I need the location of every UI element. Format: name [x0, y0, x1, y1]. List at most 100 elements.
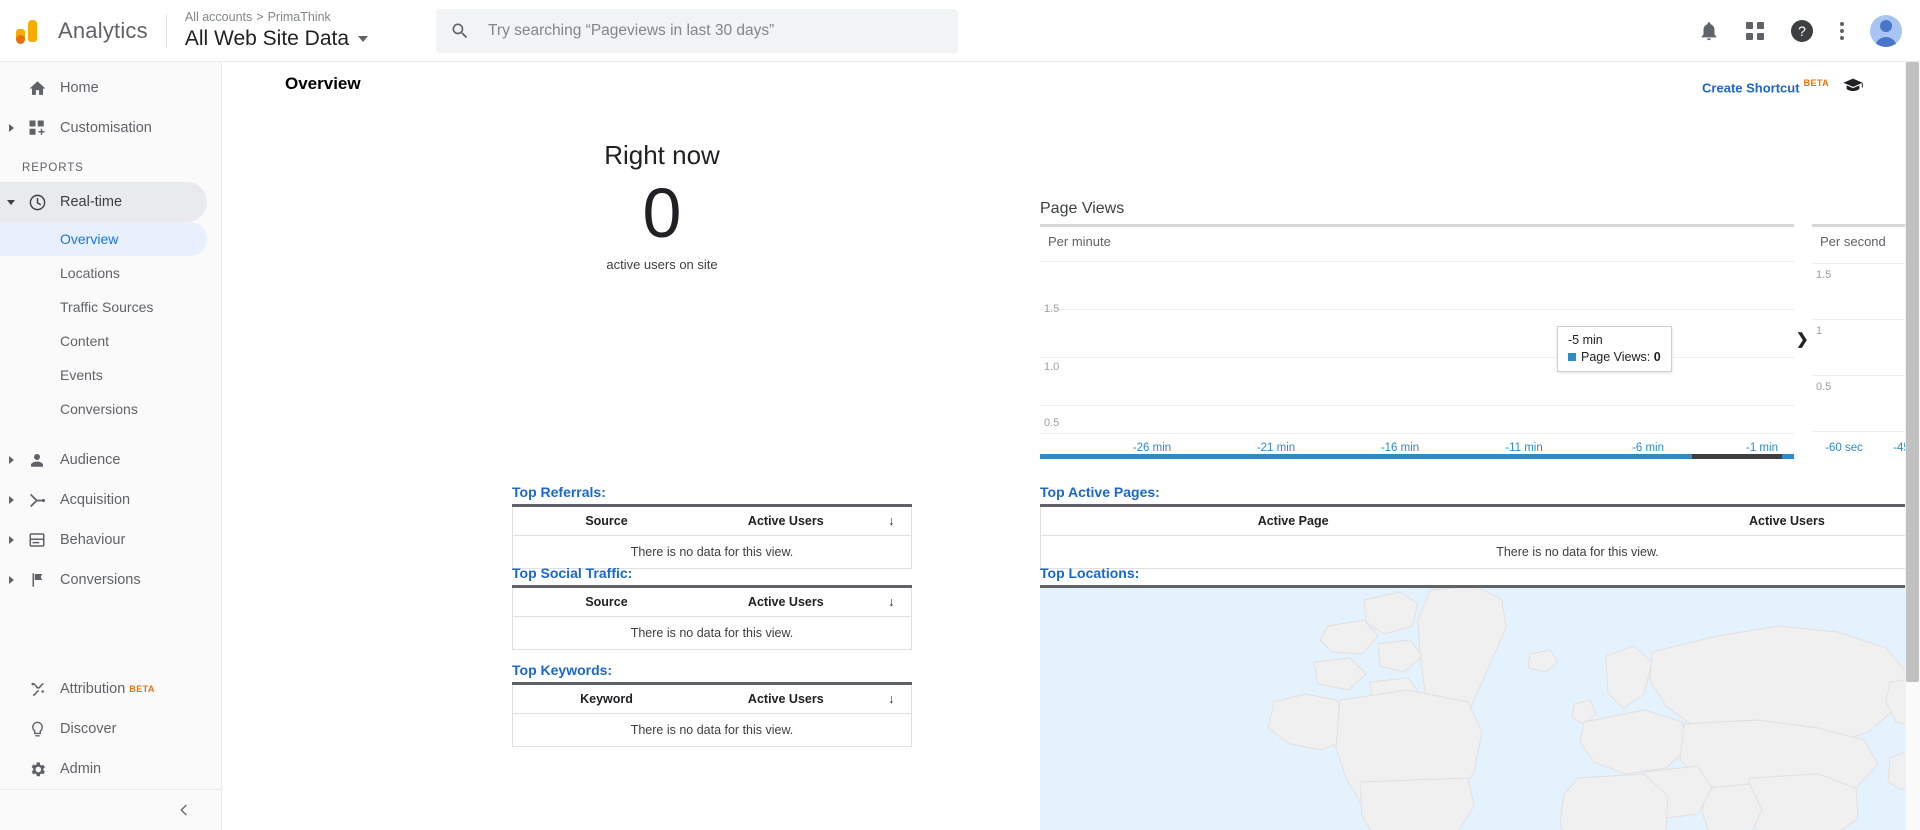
top-locations-title[interactable]: Top Locations: — [1040, 565, 1908, 581]
sort-descending-icon[interactable]: ↓ — [871, 505, 912, 536]
page-header: Overview Create Shortcut BETA — [222, 62, 1908, 110]
top-social-traffic-table: Source Active Users ↓ There is no data f… — [512, 585, 912, 650]
sidebar-item-label: Home — [60, 80, 99, 96]
sidebar-item-conversions-realtime[interactable]: Conversions — [0, 392, 207, 426]
sidebar-item-home[interactable]: Home — [0, 68, 207, 108]
gear-icon — [22, 760, 52, 779]
top-active-pages-title[interactable]: Top Active Pages: — [1040, 484, 1908, 500]
sidebar-item-real-time[interactable]: Real-time — [0, 182, 207, 222]
table-row: There is no data for this view. — [513, 536, 912, 569]
sidebar-item-traffic-sources[interactable]: Traffic Sources — [0, 290, 207, 324]
top-active-pages-block: Top Active Pages: Active Page Active Use… — [1040, 484, 1908, 569]
column-header-keyword[interactable]: Keyword — [512, 683, 701, 714]
sidebar-item-admin[interactable]: Admin — [0, 749, 208, 789]
view-name-label: All Web Site Data — [184, 27, 350, 50]
sidebar-item-discover[interactable]: Discover — [0, 709, 208, 749]
sidebar-item-audience[interactable]: Audience — [0, 440, 207, 480]
sidebar-subitem-label: Conversions — [60, 401, 138, 417]
page-views-per-second-chart[interactable]: Per second 1.5 1 0.5 -60 sec -45 sec -30… — [1812, 224, 1908, 459]
search-input[interactable] — [486, 20, 945, 41]
active-users-caption: active users on site — [606, 257, 718, 272]
right-now-panel: Right now 0 active users on site — [512, 140, 812, 272]
view-name[interactable]: All Web Site Data — [184, 26, 369, 51]
page-scrollbar-thumb[interactable] — [1906, 62, 1919, 682]
main-content: Overview Create Shortcut BETA Right now 0… — [222, 62, 1908, 830]
page-views-per-minute-chart[interactable]: Per minute 1.5 1.0 0.5 -26 min -21 min -… — [1040, 224, 1794, 459]
create-shortcut-button[interactable]: Create Shortcut BETA — [1702, 78, 1829, 97]
world-map-graphic — [1266, 588, 1908, 830]
top-social-traffic-title[interactable]: Top Social Traffic: — [512, 565, 912, 581]
sidebar-subitem-label: Events — [60, 367, 103, 383]
expand-collapse-icon[interactable] — [0, 456, 22, 464]
sidebar-item-events[interactable]: Events — [0, 358, 207, 392]
sort-descending-icon[interactable]: ↓ — [871, 586, 912, 617]
y-tick-label: 1 — [1816, 325, 1823, 337]
sidebar-item-customisation[interactable]: Customisation — [0, 108, 207, 148]
search-box[interactable] — [436, 8, 959, 53]
column-header-active-users[interactable]: Active Users — [1545, 505, 1908, 536]
column-header-active-users[interactable]: Active Users — [700, 586, 872, 617]
help-circle-icon[interactable]: ? — [1790, 19, 1814, 43]
gridline — [1812, 375, 1908, 376]
top-social-traffic-block: Top Social Traffic: Source Active Users … — [512, 565, 912, 650]
sidebar-item-attribution[interactable]: Attribution BETA — [0, 669, 208, 709]
home-icon — [22, 79, 52, 98]
expand-collapse-icon[interactable] — [0, 124, 22, 132]
column-header-active-users[interactable]: Active Users — [700, 505, 872, 536]
top-app-bar: Analytics All accounts > PrimaThink All We… — [0, 0, 1920, 62]
chevron-left-icon — [180, 804, 187, 816]
top-keywords-title[interactable]: Top Keywords: — [512, 662, 912, 678]
world-map[interactable] — [1040, 585, 1908, 830]
current-bar — [1692, 454, 1782, 459]
sidebar-item-content[interactable]: Content — [0, 324, 207, 358]
apps-grid-icon[interactable] — [1746, 21, 1764, 40]
analytics-logo-icon — [14, 14, 48, 48]
expand-collapse-icon[interactable] — [0, 576, 22, 584]
expand-collapse-icon[interactable] — [0, 199, 22, 205]
tooltip-series-name: Page Views — [1581, 350, 1647, 364]
sidebar-subitem-label: Traffic Sources — [60, 299, 154, 315]
gridline — [1812, 263, 1908, 264]
top-active-pages-table: Active Page Active Users ↓ There is no d… — [1040, 504, 1908, 569]
expand-collapse-icon[interactable] — [0, 536, 22, 544]
gridline — [1812, 319, 1908, 320]
expand-collapse-icon[interactable] — [0, 496, 22, 504]
column-header-active-users[interactable]: Active Users — [700, 683, 872, 714]
breadcrumb-account[interactable]: PrimaThink — [268, 10, 331, 24]
sidebar-item-locations[interactable]: Locations — [0, 256, 207, 290]
acquisition-icon — [22, 491, 52, 510]
table-header-row: Active Page Active Users ↓ — [1040, 505, 1908, 536]
column-header-source[interactable]: Source — [512, 586, 701, 617]
sort-descending-icon[interactable]: ↓ — [871, 683, 912, 714]
left-sidebar: Home Customisation REPORTS Real-time Ove… — [0, 62, 222, 830]
gridline — [1812, 431, 1908, 432]
sidebar-item-conversions[interactable]: Conversions — [0, 560, 207, 600]
column-header-active-page[interactable]: Active Page — [1040, 505, 1546, 536]
graduation-cap-icon[interactable] — [1842, 74, 1864, 101]
bell-icon[interactable] — [1698, 20, 1720, 42]
top-locations-block: Top Locations: — [1040, 565, 1908, 830]
kebab-menu-icon[interactable] — [1840, 21, 1844, 40]
account-selector[interactable]: All accounts > PrimaThink All Web Site Dat… — [184, 10, 369, 51]
breadcrumb-root[interactable]: All accounts — [185, 10, 252, 24]
chart-expand-toggle[interactable]: ❯ — [1796, 330, 1809, 348]
sidebar-collapse-button[interactable] — [0, 790, 222, 830]
no-data-message: There is no data for this view. — [630, 545, 794, 559]
sidebar-item-acquisition[interactable]: Acquisition — [0, 480, 207, 520]
beta-badge: BETA — [129, 684, 155, 694]
table-row: There is no data for this view. — [1041, 536, 1909, 569]
clock-icon — [22, 193, 52, 212]
page-views-chart-title: Page Views — [1040, 200, 1125, 217]
search-icon — [452, 23, 468, 38]
sidebar-item-overview[interactable]: Overview — [0, 222, 207, 256]
sidebar-item-behaviour[interactable]: Behaviour — [0, 520, 207, 560]
avatar[interactable] — [1870, 14, 1902, 47]
column-header-source[interactable]: Source — [512, 505, 701, 536]
sidebar-item-label: Real-time — [60, 194, 123, 210]
y-tick-label: 1.5 — [1044, 303, 1060, 315]
top-referrals-title[interactable]: Top Referrals: — [512, 484, 912, 500]
page-scrollbar-track[interactable] — [1905, 62, 1920, 830]
x-tick-label: -60 sec — [1825, 442, 1863, 454]
active-users-count: 0 — [642, 174, 682, 252]
customisation-icon — [22, 119, 52, 137]
